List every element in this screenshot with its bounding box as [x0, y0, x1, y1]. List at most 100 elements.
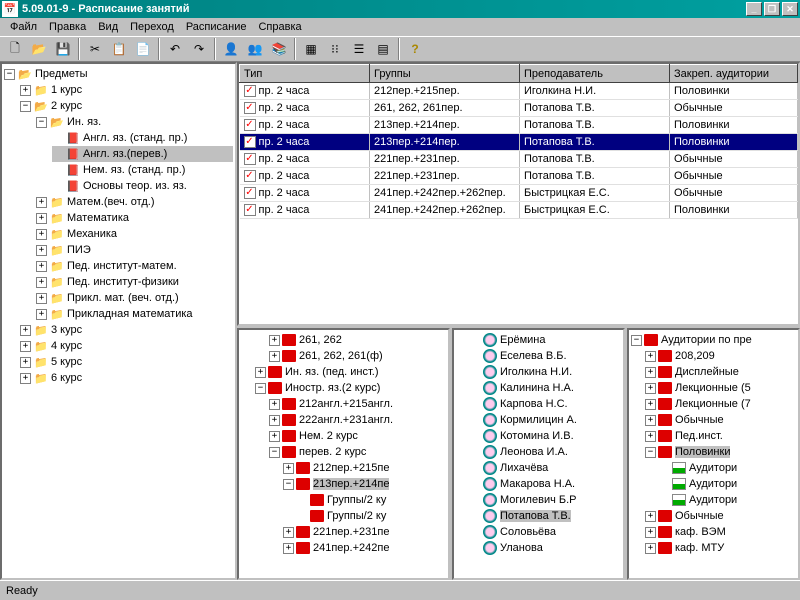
checkbox-icon[interactable]: ✓: [244, 187, 256, 199]
menu-file[interactable]: Файл: [4, 19, 43, 35]
checkbox-icon[interactable]: ✓: [244, 204, 256, 216]
expand-icon[interactable]: +: [36, 309, 47, 320]
tree-rooms-root[interactable]: −Аудитории по пре: [631, 332, 796, 348]
teacher-item[interactable]: Лихачёва: [456, 460, 621, 476]
collapse-icon[interactable]: −: [36, 117, 47, 128]
list-item[interactable]: Аудитори: [631, 460, 796, 476]
checkbox-icon[interactable]: ✓: [244, 153, 256, 165]
table-row[interactable]: ✓пр. 2 часа213пер.+214пер.Потапова Т.В.П…: [240, 117, 798, 134]
books-icon[interactable]: 📚: [268, 38, 290, 60]
teacher-item[interactable]: Калинина Н.А.: [456, 380, 621, 396]
tree-nem-stand[interactable]: 📕Нем. яз. (станд. пр.): [52, 162, 233, 178]
teacher-item[interactable]: Еселева В.Б.: [456, 348, 621, 364]
list-item[interactable]: −213пер.+214пе: [241, 476, 446, 492]
collapse-icon[interactable]: −: [20, 101, 31, 112]
copy-button[interactable]: 📋: [108, 38, 130, 60]
tree-pie[interactable]: +📁ПИЭ: [36, 242, 233, 258]
table-row[interactable]: ✓пр. 2 часа241пер.+242пер.+262пер.Быстри…: [240, 185, 798, 202]
collapse-icon[interactable]: −: [4, 69, 15, 80]
redo-button[interactable]: ↷: [188, 38, 210, 60]
tree-mehanika[interactable]: +📁Механика: [36, 226, 233, 242]
teacher-item[interactable]: Уланова: [456, 540, 621, 556]
rooms-tree-pane[interactable]: −Аудитории по пре +208,209 +Дисплейные +…: [627, 328, 800, 580]
tree-root[interactable]: −📂Предметы: [4, 66, 233, 82]
menu-goto[interactable]: Переход: [124, 19, 180, 35]
list-item[interactable]: +каф. МТУ: [631, 540, 796, 556]
menu-edit[interactable]: Правка: [43, 19, 92, 35]
list-item[interactable]: Аудитори: [631, 492, 796, 508]
person2-icon[interactable]: 👥: [244, 38, 266, 60]
tree-5kurs[interactable]: +📁5 курс: [20, 354, 233, 370]
undo-button[interactable]: ↶: [164, 38, 186, 60]
tree-matem-vech[interactable]: +📁Матем.(веч. отд.): [36, 194, 233, 210]
tree-prikl-matem[interactable]: +📁Прикладная математика: [36, 306, 233, 322]
tree-6kurs[interactable]: +📁6 курс: [20, 370, 233, 386]
col-type[interactable]: Тип: [240, 65, 370, 83]
menu-view[interactable]: Вид: [92, 19, 124, 35]
table-row[interactable]: ✓пр. 2 часа221пер.+231пер.Потапова Т.В.О…: [240, 168, 798, 185]
teacher-item[interactable]: Кормилицин А.: [456, 412, 621, 428]
checkbox-icon[interactable]: ✓: [244, 119, 256, 131]
person1-icon[interactable]: 👤: [220, 38, 242, 60]
col-rooms[interactable]: Закреп. аудитории: [670, 65, 798, 83]
list-item[interactable]: Группы/2 ку: [241, 492, 446, 508]
teachers-tree-pane[interactable]: ЕрёминаЕселева В.Б.Иголкина Н.И.Калинина…: [452, 328, 625, 580]
list-item[interactable]: −Половинки: [631, 444, 796, 460]
expand-icon[interactable]: +: [20, 85, 31, 96]
list-item[interactable]: +Нем. 2 курс: [241, 428, 446, 444]
save-button[interactable]: 💾: [52, 38, 74, 60]
list-item[interactable]: +261, 262: [241, 332, 446, 348]
paste-button[interactable]: 📄: [132, 38, 154, 60]
tree-angl-stand[interactable]: 📕Англ. яз. (станд. пр.): [52, 130, 233, 146]
list-item[interactable]: +212англ.+215англ.: [241, 396, 446, 412]
open-button[interactable]: 📂: [28, 38, 50, 60]
tree-ped-fiziki[interactable]: +📁Пед. институт-физики: [36, 274, 233, 290]
tree-angl-perev[interactable]: 📕Англ. яз.(перев.): [52, 146, 233, 162]
list-item[interactable]: −перев. 2 курс: [241, 444, 446, 460]
list-item[interactable]: −Иностр. яз.(2 курс): [241, 380, 446, 396]
teacher-item[interactable]: Леонова И.А.: [456, 444, 621, 460]
teacher-item[interactable]: Потапова Т.В.: [456, 508, 621, 524]
tree-prikl-vech[interactable]: +📁Прикл. мат. (веч. отд.): [36, 290, 233, 306]
checkbox-icon[interactable]: ✓: [244, 102, 256, 114]
close-button[interactable]: ✕: [782, 2, 798, 16]
expand-icon[interactable]: +: [36, 213, 47, 224]
expand-icon[interactable]: +: [36, 245, 47, 256]
tree-inyaz[interactable]: −📂Ин. яз.: [36, 114, 233, 130]
tree-2kurs[interactable]: −📂2 курс: [20, 98, 233, 114]
list-item[interactable]: +Обычные: [631, 412, 796, 428]
list-item[interactable]: +Лекционные (5: [631, 380, 796, 396]
subjects-tree-pane[interactable]: −📂Предметы +📁1 курс −📂2 курс −📂Ин. яз. 📕…: [0, 62, 237, 580]
table-row[interactable]: ✓пр. 2 часа241пер.+242пер.+262пер.Быстри…: [240, 202, 798, 219]
expand-icon[interactable]: +: [36, 229, 47, 240]
expand-icon[interactable]: +: [36, 261, 47, 272]
table-row[interactable]: ✓пр. 2 часа213пер.+214пер.Потапова Т.В.П…: [240, 134, 798, 151]
list-item[interactable]: +222англ.+231англ.: [241, 412, 446, 428]
list-item[interactable]: +каф. ВЭМ: [631, 524, 796, 540]
expand-icon[interactable]: +: [36, 197, 47, 208]
list-item[interactable]: Аудитори: [631, 476, 796, 492]
groups-tree-pane[interactable]: +261, 262 +261, 262, 261(ф) +Ин. яз. (пе…: [237, 328, 450, 580]
list-item[interactable]: +261, 262, 261(ф): [241, 348, 446, 364]
list-item[interactable]: +221пер.+231пе: [241, 524, 446, 540]
list-item[interactable]: +Дисплейные: [631, 364, 796, 380]
tree-4kurs[interactable]: +📁4 курс: [20, 338, 233, 354]
view-list-icon[interactable]: ☰: [348, 38, 370, 60]
menu-schedule[interactable]: Расписание: [180, 19, 253, 35]
list-item[interactable]: +241пер.+242пе: [241, 540, 446, 556]
list-item[interactable]: +Обычные: [631, 508, 796, 524]
checkbox-icon[interactable]: ✓: [244, 170, 256, 182]
tree-ped-matem[interactable]: +📁Пед. институт-матем.: [36, 258, 233, 274]
teacher-item[interactable]: Макарова Н.А.: [456, 476, 621, 492]
list-item[interactable]: +Пед.инст.: [631, 428, 796, 444]
expand-icon[interactable]: +: [20, 325, 31, 336]
teacher-item[interactable]: Карпова Н.С.: [456, 396, 621, 412]
teacher-item[interactable]: Иголкина Н.И.: [456, 364, 621, 380]
new-button[interactable]: 🗋: [4, 38, 26, 60]
list-item[interactable]: +212пер.+215пе: [241, 460, 446, 476]
tree-1kurs[interactable]: +📁1 курс: [20, 82, 233, 98]
tree-3kurs[interactable]: +📁3 курс: [20, 322, 233, 338]
tree-osnovy[interactable]: 📕Основы теор. из. яз.: [52, 178, 233, 194]
teacher-item[interactable]: Соловьёва: [456, 524, 621, 540]
checkbox-icon[interactable]: ✓: [244, 136, 256, 148]
